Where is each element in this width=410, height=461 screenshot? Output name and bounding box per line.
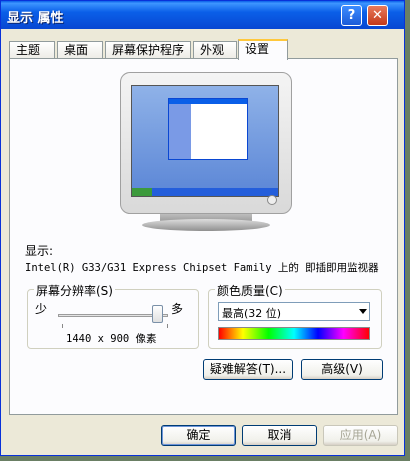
troubleshoot-button[interactable]: 疑难解答(T)... [203, 359, 293, 380]
preview-taskbar [132, 188, 278, 196]
advanced-button[interactable]: 高级(V) [301, 359, 383, 380]
tab-settings[interactable]: 设置 [238, 39, 288, 60]
monitor-preview [120, 72, 292, 214]
slider-less-label: 少 [35, 302, 48, 316]
resolution-group-title: 屏幕分辨率(S) [34, 282, 115, 299]
display-device-name: Intel(R) G33/G31 Express Chipset Family … [25, 262, 379, 274]
preview-start-button [132, 188, 152, 196]
color-quality-group-title: 颜色质量(C) [215, 282, 285, 299]
color-quality-select[interactable]: 最高(32 位) [218, 302, 370, 321]
resolution-slider-ticks [62, 324, 168, 328]
display-label: 显示: [25, 244, 54, 258]
close-button[interactable]: ✕ [367, 5, 388, 26]
slider-more-label: 多 [170, 302, 183, 316]
color-spectrum-bar [218, 327, 370, 340]
title-bar[interactable]: 显示 属性 ? ✕ [1, 1, 404, 29]
chevron-down-icon[interactable] [359, 309, 367, 314]
ok-button[interactable]: 确定 [161, 425, 236, 446]
resolution-value: 1440 x 900 像素 [66, 333, 157, 345]
resolution-slider-thumb[interactable] [152, 305, 163, 323]
help-button[interactable]: ? [341, 5, 362, 26]
resolution-group: 屏幕分辨率(S) 少 多 1440 x 900 像素 [27, 282, 199, 349]
tab-themes[interactable]: 主题 [9, 41, 55, 59]
window-title: 显示 属性 [7, 11, 64, 26]
cancel-button[interactable]: 取消 [242, 425, 317, 446]
power-indicator-icon [267, 195, 277, 205]
settings-panel: 显示: Intel(R) G33/G31 Express Chipset Fam… [9, 58, 398, 415]
preview-window-sidebar [169, 104, 191, 159]
color-quality-group: 颜色质量(C) 最高(32 位) [208, 282, 382, 349]
monitor-base [142, 219, 270, 231]
apply-button[interactable]: 应用(A) [323, 425, 398, 446]
preview-window [168, 98, 248, 160]
tab-screensaver[interactable]: 屏幕保护程序 [105, 41, 191, 59]
monitor-screen [131, 85, 279, 197]
tab-desktop[interactable]: 桌面 [57, 41, 103, 59]
display-properties-window: 显示 属性 ? ✕ 主题 桌面 屏幕保护程序 外观 设置 显示: Intel(R… [0, 0, 405, 456]
color-quality-value: 最高(32 位) [222, 307, 282, 320]
tab-appearance[interactable]: 外观 [193, 41, 237, 59]
